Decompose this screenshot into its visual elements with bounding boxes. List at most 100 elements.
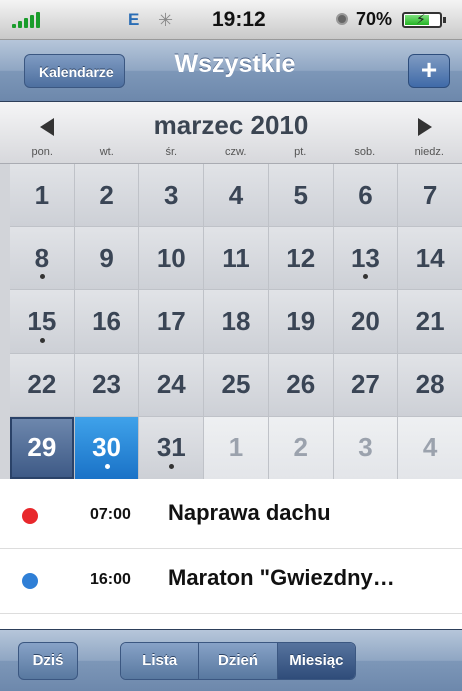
- day-cell[interactable]: 14: [398, 227, 462, 290]
- day-cell[interactable]: 3: [139, 164, 204, 227]
- day-number: 10: [156, 242, 186, 273]
- day-cell[interactable]: 7: [398, 164, 462, 227]
- day-number: 1: [34, 179, 50, 210]
- view-tab-dzień[interactable]: Dzień: [199, 643, 278, 679]
- event-row[interactable]: 07:00 Naprawa dachu: [0, 484, 462, 549]
- day-cell[interactable]: 6: [333, 164, 398, 227]
- weekday-label: pon.: [31, 146, 53, 158]
- alarm-clock-icon: [336, 13, 348, 25]
- view-tab-lista[interactable]: Lista: [121, 643, 200, 679]
- day-cell[interactable]: 16: [74, 290, 139, 353]
- day-cell[interactable]: 9: [74, 227, 139, 290]
- day-cell[interactable]: 4: [204, 164, 268, 227]
- day-cell[interactable]: 1: [10, 164, 74, 227]
- day-cell[interactable]: 12: [268, 227, 333, 290]
- event-indicator-dot: [39, 274, 45, 280]
- day-cell[interactable]: 26: [268, 353, 333, 416]
- day-cell[interactable]: 17: [139, 290, 204, 353]
- day-number: 7: [422, 179, 438, 210]
- day-number: 20: [350, 305, 380, 336]
- page-title: Wszystkie: [174, 50, 296, 78]
- activity-spinner-icon: ✳: [158, 10, 174, 30]
- day-number: 1: [228, 432, 244, 463]
- day-number: 14: [415, 242, 445, 273]
- event-indicator-dot: [169, 464, 175, 469]
- day-number: 4: [228, 179, 244, 210]
- day-cell[interactable]: 4: [398, 416, 462, 479]
- event-row[interactable]: 16:00 Maraton "Gwiezdny…: [0, 549, 462, 614]
- event-time: 16:00: [90, 571, 131, 588]
- day-cell[interactable]: 22: [10, 353, 74, 416]
- day-number: 4: [422, 432, 438, 463]
- day-number: 3: [358, 432, 373, 463]
- day-cell[interactable]: 2: [268, 416, 333, 479]
- day-number: 26: [286, 369, 316, 400]
- day-cell[interactable]: 31: [139, 416, 204, 479]
- back-button[interactable]: Kalendarze: [24, 54, 125, 88]
- battery-percent: 70%: [356, 9, 393, 29]
- event-title: Naprawa dachu: [168, 500, 331, 525]
- day-cell[interactable]: 29: [10, 416, 74, 479]
- day-number: 30: [92, 432, 122, 463]
- day-cell[interactable]: 24: [139, 353, 204, 416]
- day-number: 29: [27, 432, 57, 463]
- month-header: marzec 2010 pon. wt. śr. czw. pt. sob. niedz.: [0, 102, 462, 164]
- day-number: 31: [156, 432, 186, 463]
- weekday-label: niedz.: [414, 146, 444, 158]
- month-grid: 1 2 3 4 5 6 7 8 9 10 11 12 13 14 15 16 17 18 19 20 21 22 23 24 2…: [10, 164, 462, 479]
- day-number: 23: [92, 369, 122, 400]
- day-number: 24: [156, 369, 186, 400]
- previous-month-icon[interactable]: [40, 118, 54, 136]
- navigation-bar: Kalendarze Wszystkie +: [0, 40, 462, 102]
- event-time: 07:00: [90, 506, 131, 523]
- day-cell[interactable]: 2: [74, 164, 139, 227]
- next-month-icon[interactable]: [418, 118, 432, 136]
- day-cell[interactable]: 27: [333, 353, 398, 416]
- calendar-color-dot-icon: [22, 508, 38, 524]
- view-tab-miesiąc[interactable]: Miesiąc: [277, 643, 355, 679]
- day-cell[interactable]: 13: [333, 227, 398, 290]
- day-cell[interactable]: 15: [10, 290, 74, 353]
- day-number: 2: [293, 432, 308, 463]
- day-number: 16: [92, 305, 122, 336]
- event-list: 07:00 Naprawa dachu 16:00 Maraton "Gwiezdny…: [0, 479, 462, 629]
- day-cell[interactable]: 23: [74, 353, 139, 416]
- event-title: Maraton "Gwiezdny…: [168, 565, 395, 590]
- day-cell[interactable]: 5: [268, 164, 333, 227]
- day-number: 18: [221, 305, 251, 336]
- weekday-header: pon. wt. śr. czw. pt. sob. niedz.: [10, 146, 462, 158]
- month-title: marzec 2010: [153, 110, 309, 140]
- weekday-label: wt.: [99, 146, 114, 158]
- carrier-label: E: [128, 10, 140, 29]
- weekday-label: śr.: [165, 146, 178, 158]
- day-number: 17: [156, 305, 186, 336]
- weekday-label: czw.: [225, 146, 247, 158]
- day-cell[interactable]: 18: [204, 290, 268, 353]
- day-number: 3: [164, 179, 179, 210]
- day-cell[interactable]: 10: [139, 227, 204, 290]
- day-number: 2: [99, 179, 114, 210]
- day-cell[interactable]: 30: [74, 416, 139, 479]
- day-cell[interactable]: 1: [204, 416, 268, 479]
- day-cell[interactable]: 11: [204, 227, 268, 290]
- event-indicator-dot: [39, 337, 45, 343]
- day-cell[interactable]: 25: [204, 353, 268, 416]
- day-number: 6: [358, 179, 373, 210]
- event-indicator-dot: [104, 464, 110, 469]
- day-cell[interactable]: 8: [10, 227, 74, 290]
- day-cell[interactable]: 28: [398, 353, 462, 416]
- day-number: 9: [99, 242, 114, 273]
- view-segmented-control: Lista Dzień Miesiąc: [120, 642, 356, 680]
- day-number: 19: [286, 305, 316, 336]
- day-cell[interactable]: 3: [333, 416, 398, 479]
- add-event-button[interactable]: +: [408, 54, 450, 88]
- day-cell[interactable]: 20: [333, 290, 398, 353]
- event-indicator-dot: [363, 274, 369, 280]
- day-cell[interactable]: 19: [268, 290, 333, 353]
- day-cell[interactable]: 21: [398, 290, 462, 353]
- battery-charging-icon: ⚡: [402, 11, 446, 28]
- calendar-color-dot-icon: [22, 573, 38, 589]
- status-time: 19:12: [212, 8, 266, 31]
- today-button[interactable]: Dziś: [18, 642, 78, 680]
- day-number: 15: [27, 305, 57, 336]
